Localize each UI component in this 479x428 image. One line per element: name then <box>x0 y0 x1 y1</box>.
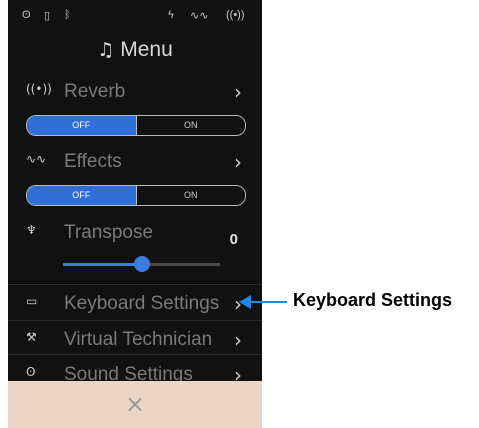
menu-title: ♫ Menu <box>8 38 262 62</box>
headphones-icon: ʘ <box>22 9 31 21</box>
effects-toggle-off[interactable]: OFF <box>27 186 136 205</box>
microphone-icon: ♆ <box>26 223 37 237</box>
menu-item-reverb[interactable]: ((•)) Reverb › <box>8 72 262 112</box>
effects-icon: ∿∿ <box>26 152 47 166</box>
menu-item-transpose: ♆ Transpose <box>8 213 262 253</box>
technician-icon: ⚒ <box>26 330 37 344</box>
callout-arrow-line <box>247 301 287 303</box>
reverb-icon: ((•)) <box>26 82 52 96</box>
lock-icon: ▯ <box>44 10 51 22</box>
menu-title-text: Menu <box>120 38 173 61</box>
transpose-slider-fill <box>63 263 142 266</box>
menu-item-effects[interactable]: ∿∿ Effects › <box>8 142 262 182</box>
menu-item-keyboard-settings[interactable]: ▭ Keyboard Settings › <box>8 284 262 324</box>
phone-screen: ʘ ▯ ᛒ ϟ ∿∿ ((•)) ♫ Menu ((•)) Reverb › OF… <box>8 0 262 428</box>
transpose-slider[interactable] <box>63 256 220 272</box>
transpose-label: Transpose <box>64 222 154 243</box>
virtual-technician-label: Virtual Technician <box>64 329 213 350</box>
close-icon[interactable]: × <box>125 390 145 418</box>
keyboard-icon: ▭ <box>26 294 38 308</box>
reverb-label: Reverb <box>64 81 126 102</box>
flash-icon: ϟ <box>168 9 174 21</box>
headphones-icon: ʘ <box>26 365 36 379</box>
bluetooth-icon: ᛒ <box>64 9 71 21</box>
music-note-icon: ♫ <box>97 39 115 61</box>
callout-label: Keyboard Settings <box>293 290 453 310</box>
reverb-toggle-on[interactable]: ON <box>135 116 245 135</box>
close-bar[interactable]: × <box>8 381 262 428</box>
reverb-toggle-off[interactable]: OFF <box>27 116 136 135</box>
keyboard-settings-label: Keyboard Settings <box>64 293 220 314</box>
effects-status-icon: ∿∿ <box>190 10 209 22</box>
reverb-toggle[interactable]: OFF ON <box>26 115 246 136</box>
effects-label: Effects <box>64 151 122 172</box>
status-bar: ʘ ▯ ᛒ ϟ ∿∿ ((•)) <box>8 0 262 30</box>
effects-toggle-on[interactable]: ON <box>135 186 245 205</box>
chevron-right-icon[interactable]: › <box>234 150 242 174</box>
chevron-right-icon[interactable]: › <box>234 328 242 352</box>
chevron-right-icon[interactable]: › <box>234 80 242 104</box>
transpose-value: 0 <box>229 231 238 248</box>
transpose-slider-thumb[interactable] <box>133 256 150 272</box>
reverb-status-icon: ((•)) <box>226 9 245 21</box>
effects-toggle[interactable]: OFF ON <box>26 185 246 206</box>
